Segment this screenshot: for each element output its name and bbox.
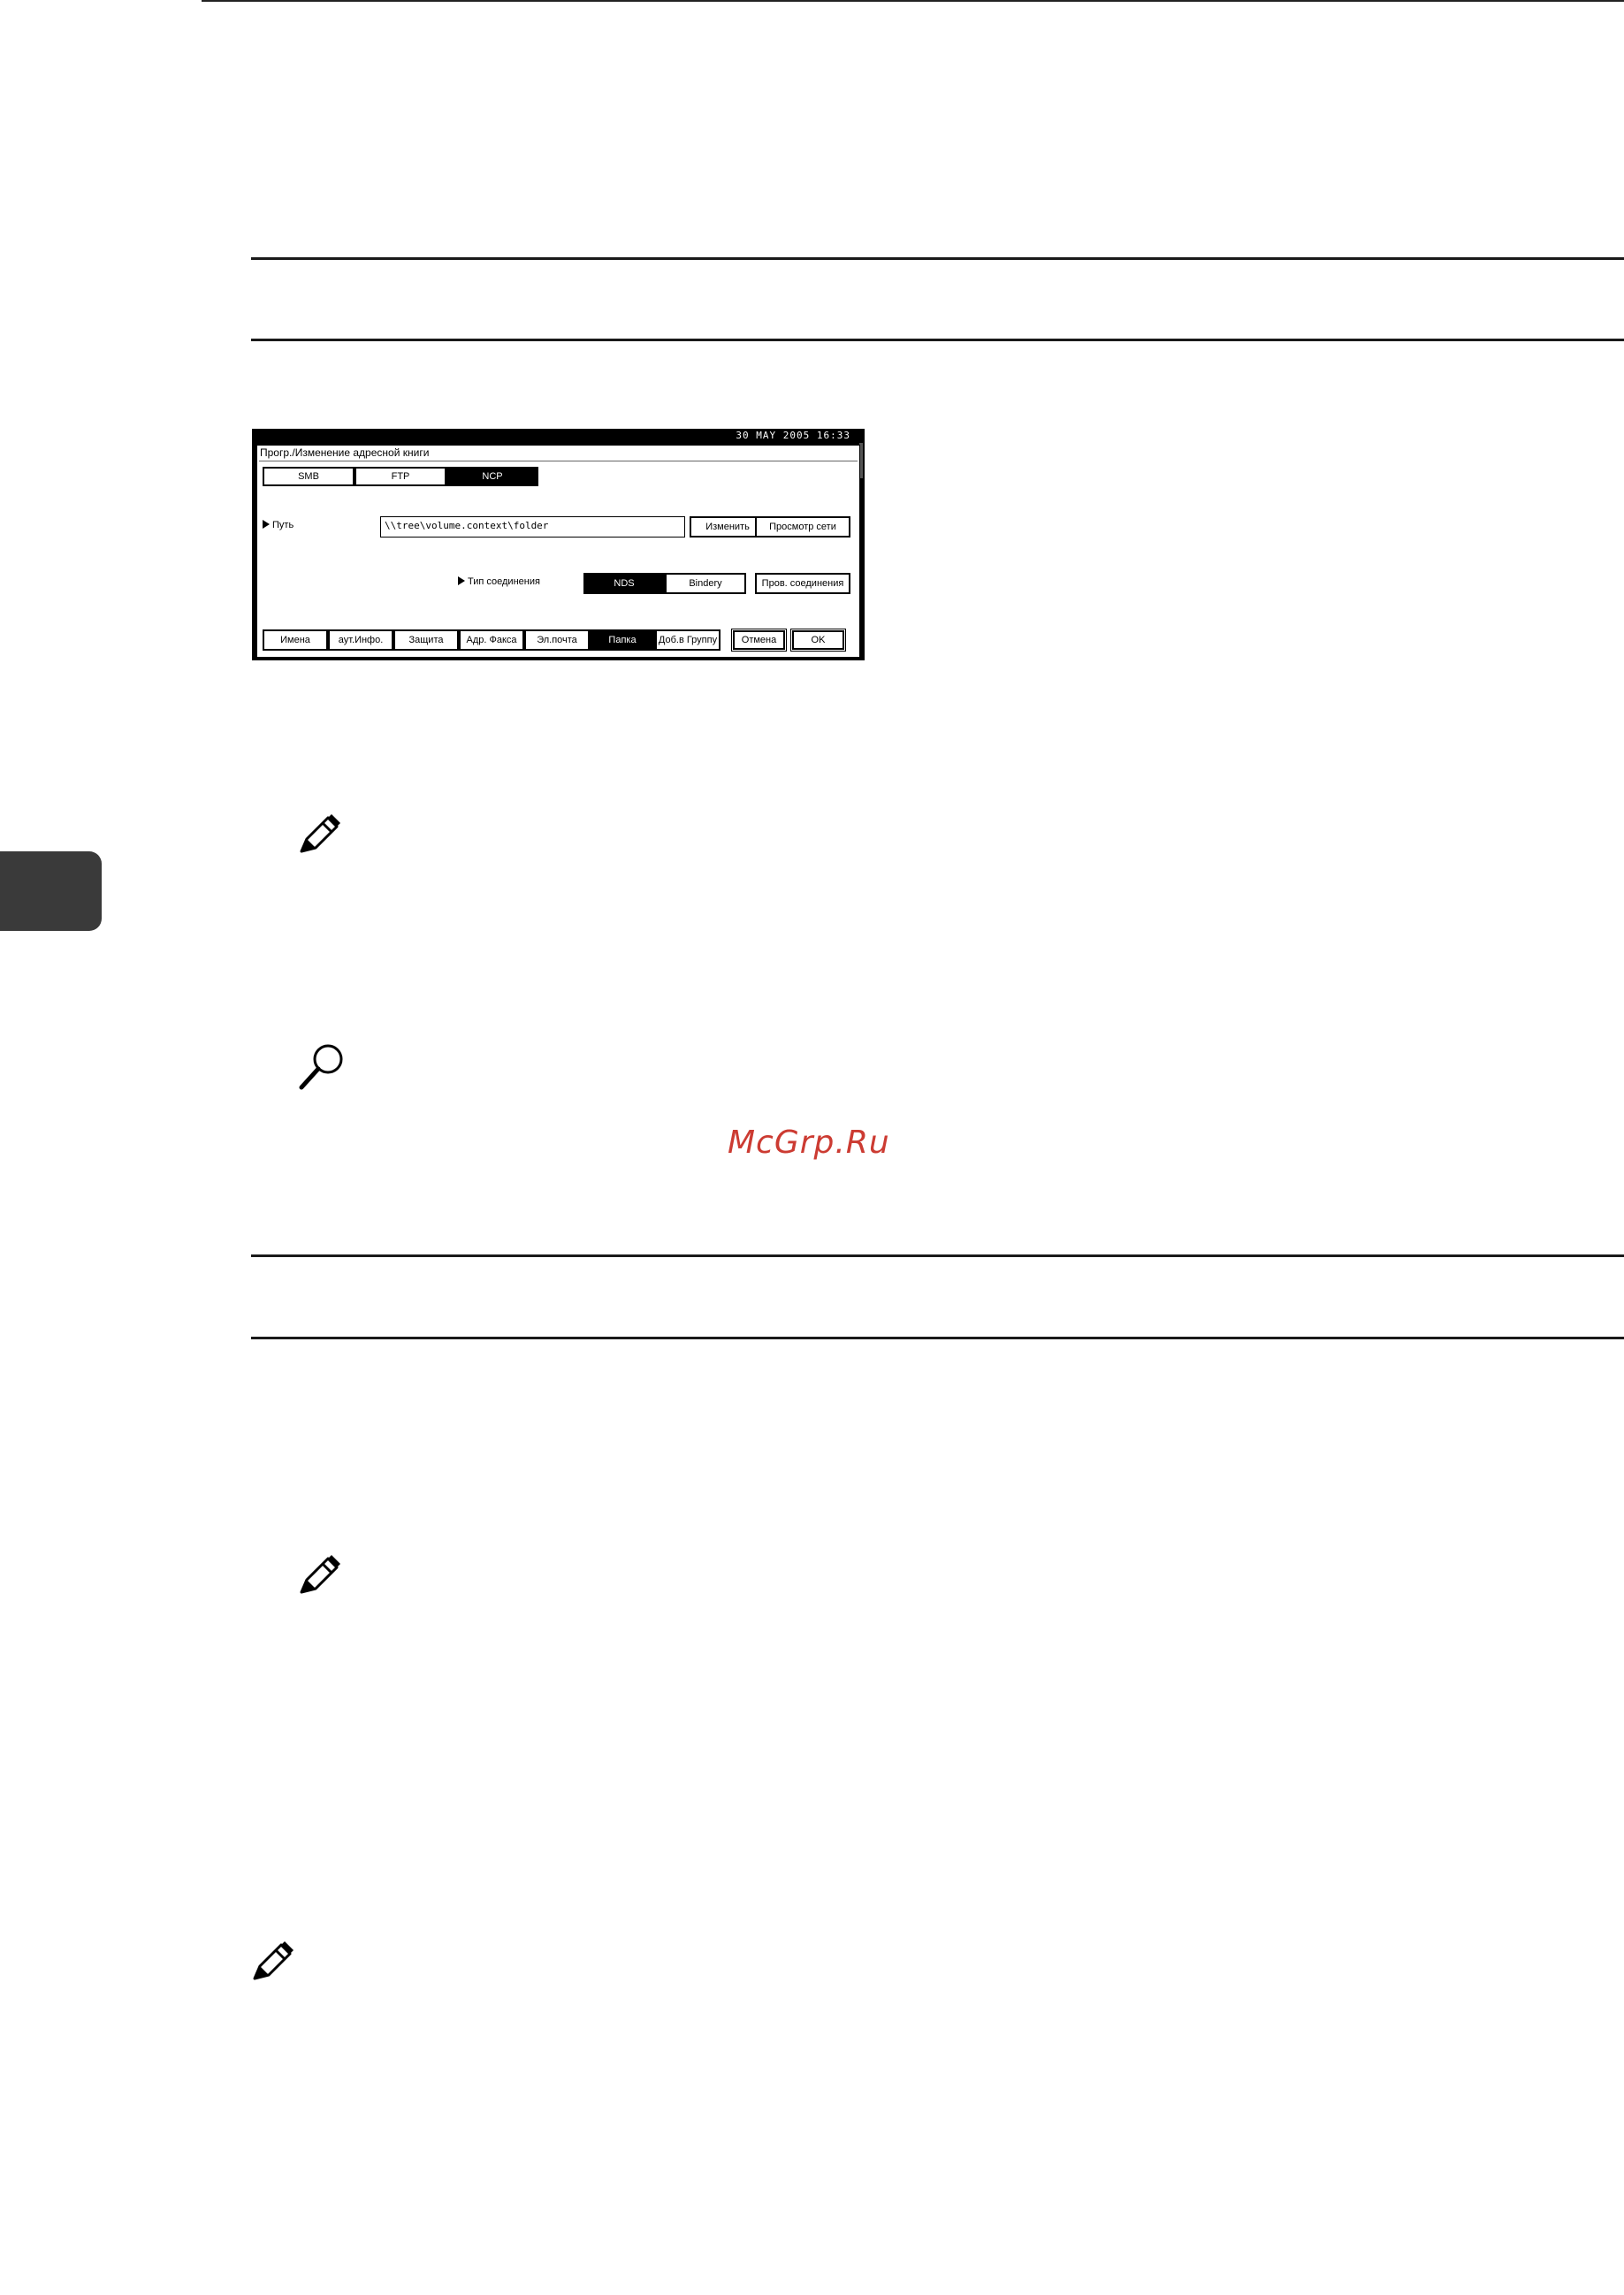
panel-status-bar: 30 MAY 2005 16:33 [252,429,865,443]
arrow-right-icon [458,576,465,585]
tab-protection[interactable]: Защита [393,629,459,651]
tab-names[interactable]: Имена [263,629,328,651]
tab-ftp[interactable]: FTP [355,467,446,486]
connection-type-label: Тип соединения [458,576,540,587]
section-rule-upper [251,257,1624,260]
tab-auth-info[interactable]: аут.Инфо. [328,629,393,651]
address-book-screen: Прогр./Изменение адресной книги SMB FTP … [256,445,860,658]
section-rule-upper [251,1254,1624,1257]
path-input[interactable]: \\tree\volume.context\folder [380,516,685,538]
tab-fax-address[interactable]: Адр. Факса [459,629,524,651]
screen-title: Прогр./Изменение адресной книги [260,446,430,459]
path-label: Путь [263,520,294,530]
clock-display: 30 MAY 2005 16:33 [736,430,850,441]
pencil-note-icon [300,814,340,853]
section-rule-lower [251,339,1624,341]
browse-network-button[interactable]: Просмотр сети [755,516,850,538]
control-panel-screenshot: 30 MAY 2005 16:33 Прогр./Изменение адрес… [252,429,865,660]
pencil-note-icon [253,1941,294,1980]
tab-add-to-group[interactable]: Доб.в Группу [655,629,721,651]
section-rule-lower [251,1337,1624,1339]
arrow-right-icon [263,520,270,529]
pencil-note-icon [300,1555,340,1594]
page-top-rule [202,0,1624,2]
tab-email[interactable]: Эл.почта [524,629,590,651]
tab-smb[interactable]: SMB [263,467,355,486]
connection-nds-button[interactable]: NDS [583,573,665,594]
tab-folder[interactable]: Папка [590,629,655,651]
magnifier-reference-icon [299,1044,343,1090]
ok-button[interactable]: OK [790,629,846,652]
connection-bindery-button[interactable]: Bindery [665,573,746,594]
watermark-text: McGrp.Ru [728,1125,890,1161]
tab-ncp[interactable]: NCP [446,467,538,486]
cancel-button[interactable]: Отмена [731,629,787,652]
connection-test-button[interactable]: Пров. соединения [755,573,850,594]
chapter-tab-marker [0,851,102,931]
